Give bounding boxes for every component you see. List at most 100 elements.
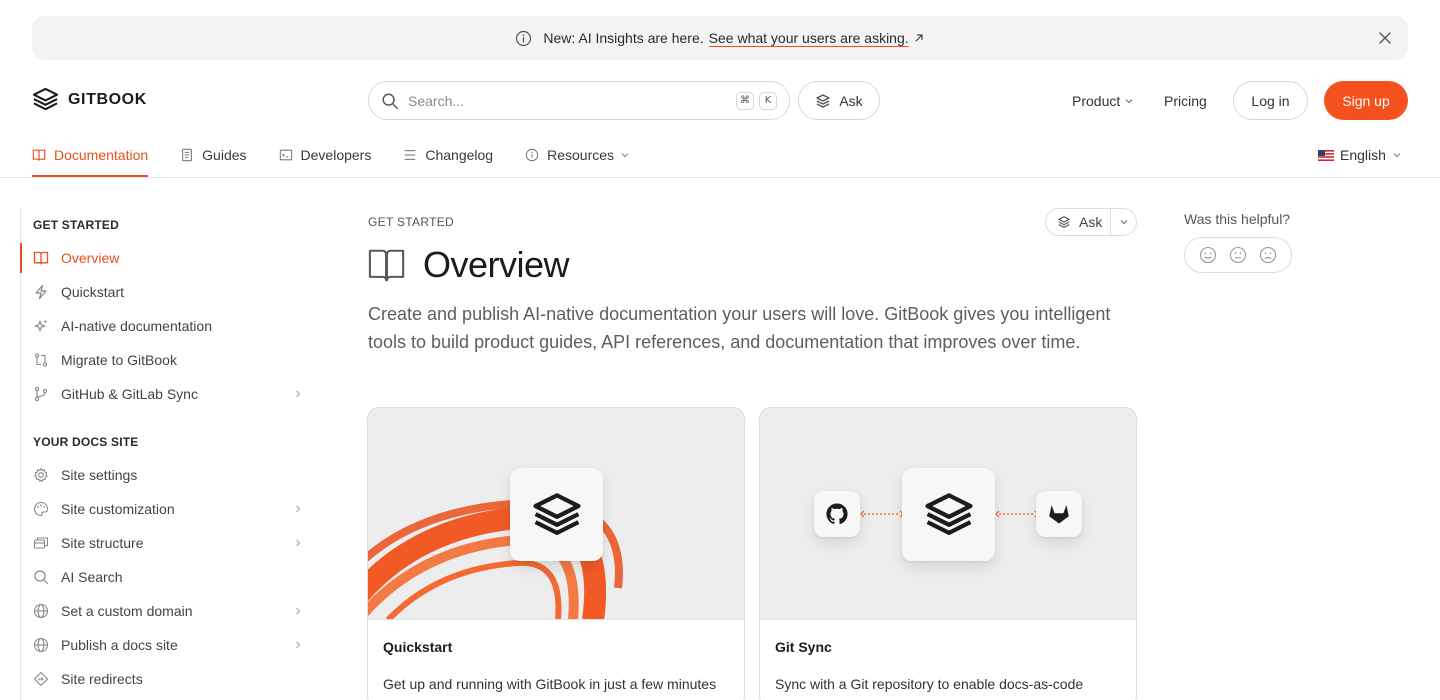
migrate-icon <box>34 353 48 367</box>
sidebar-item-custom-domain[interactable]: Set a custom domain <box>21 596 313 626</box>
sparkle-icon <box>34 319 48 332</box>
palette-icon <box>33 501 49 517</box>
brand-name: GITBOOK <box>68 90 147 108</box>
sidebar-item-label: Quickstart <box>61 284 125 300</box>
sidebar-item-site-structure[interactable]: Site structure <box>21 528 313 558</box>
tab-label: Guides <box>202 147 247 163</box>
chevron-right-icon <box>296 505 301 513</box>
sync-arrow-right <box>995 510 1039 518</box>
smile-face-icon[interactable] <box>1199 246 1217 264</box>
brand-logo[interactable]: GITBOOK <box>32 86 147 113</box>
document-icon <box>182 148 193 162</box>
globe-icon <box>33 637 49 653</box>
globe-icon <box>33 603 49 619</box>
github-tile <box>814 491 860 537</box>
tab-guides[interactable]: Guides <box>180 134 247 176</box>
page-ask-label: Ask <box>1079 214 1103 230</box>
sidebar-item-label: AI-native documentation <box>61 318 212 334</box>
chevron-down-icon <box>621 153 629 158</box>
ai-layers-icon <box>1058 216 1070 228</box>
search-placeholder: Search... <box>408 92 465 109</box>
gitbook-tile <box>902 468 995 561</box>
breadcrumb[interactable]: GET STARTED <box>368 215 454 229</box>
sidebar-item-quickstart[interactable]: Quickstart <box>21 277 313 307</box>
signup-button[interactable]: Sign up <box>1324 81 1408 120</box>
gitbook-tile <box>510 468 603 561</box>
pricing-label: Pricing <box>1164 92 1207 109</box>
sidebar-item-ai-native-documentation[interactable]: AI-native documentation <box>21 311 313 341</box>
chevron-right-icon <box>296 607 301 615</box>
product-menu[interactable]: Product <box>1072 81 1134 120</box>
banner-text: New: AI Insights are here. <box>543 30 704 46</box>
sidebar-item-label: Set a custom domain <box>61 603 193 619</box>
page-title: Overview <box>368 244 570 286</box>
gitbook-logo-icon <box>32 87 59 111</box>
pricing-link[interactable]: Pricing <box>1164 81 1207 120</box>
sidebar-section-title: GET STARTED <box>33 218 119 232</box>
chevron-down-icon <box>1120 220 1127 225</box>
sidebar-section-title: YOUR DOCS SITE <box>33 435 139 449</box>
card-description: Sync with a Git repository to enable doc… <box>775 676 1084 692</box>
page-lead: Create and publish AI-native documentati… <box>368 304 1111 352</box>
tab-label: Changelog <box>425 147 494 163</box>
chevron-down-icon <box>1125 98 1133 103</box>
shortcut-key-cmd: ⌘ <box>736 91 754 110</box>
layers-icon <box>33 537 49 549</box>
sidebar-item-git-sync[interactable]: GitHub & GitLab Sync <box>21 379 313 409</box>
gitbook-logo-icon <box>924 492 973 535</box>
sidebar-item-site-redirects[interactable]: Site redirects <box>21 664 313 694</box>
book-icon <box>33 251 49 265</box>
sidebar-item-label: AI Search <box>61 569 123 585</box>
page-ask-button[interactable]: Ask <box>1045 208 1137 236</box>
banner-link[interactable]: See what your users are asking. <box>708 30 909 47</box>
close-icon[interactable] <box>1378 31 1392 45</box>
neutral-face-icon[interactable] <box>1229 246 1247 264</box>
sidebar-item-label: Publish a docs site <box>61 637 178 653</box>
card-git-sync[interactable]: Git Sync Sync with a Git repository to e… <box>759 407 1137 700</box>
sidebar-item-site-settings[interactable]: Site settings <box>21 460 313 490</box>
info-icon <box>516 30 532 46</box>
search-icon <box>382 93 398 109</box>
tab-documentation[interactable]: Documentation <box>32 134 149 177</box>
sidebar-item-label: Site structure <box>61 535 144 551</box>
sidebar-item-publish[interactable]: Publish a docs site <box>21 630 313 660</box>
sidebar-item-site-customization[interactable]: Site customization <box>21 494 313 524</box>
ai-layers-icon <box>816 93 830 108</box>
card-illustration <box>760 408 1136 620</box>
gitbook-logo-icon <box>532 492 581 535</box>
chevron-right-icon <box>296 390 301 398</box>
sidebar-item-label: Site redirects <box>61 671 143 687</box>
tab-resources[interactable]: Resources <box>525 134 630 176</box>
bolt-icon <box>35 284 47 300</box>
sidebar-item-migrate[interactable]: Migrate to GitBook <box>21 345 313 375</box>
book-icon <box>368 249 405 282</box>
sidebar-item-label: Overview <box>61 250 120 266</box>
us-flag-icon <box>1318 149 1334 161</box>
card-description: Get up and running with GitBook in just … <box>383 676 717 692</box>
gitlab-tile <box>1036 491 1082 537</box>
shortcut-key-k: K <box>759 91 777 110</box>
ask-ai-button[interactable]: Ask <box>798 81 880 120</box>
tab-developers[interactable]: Developers <box>279 134 371 176</box>
chevron-right-icon <box>296 539 301 547</box>
book-icon <box>32 149 46 161</box>
chevron-down-icon <box>1393 153 1401 158</box>
redirect-icon <box>33 671 49 687</box>
branch-icon <box>34 386 48 402</box>
tab-changelog[interactable]: Changelog <box>403 134 493 176</box>
language-label: English <box>1340 147 1386 163</box>
login-button[interactable]: Log in <box>1233 81 1308 120</box>
sidebar-item-overview[interactable]: Overview <box>20 243 312 273</box>
language-selector[interactable]: English <box>1318 134 1402 176</box>
sidebar-item-ai-search[interactable]: AI Search <box>21 562 313 592</box>
page-ask-dropdown[interactable] <box>1111 217 1136 227</box>
sidebar-item-label: Site customization <box>61 501 175 517</box>
sad-face-icon[interactable] <box>1259 246 1277 264</box>
card-quickstart[interactable]: Quickstart Get up and running with GitBo… <box>367 407 745 700</box>
sidebar-item-label: Migrate to GitBook <box>61 352 177 368</box>
sidebar-nav: GET STARTED Overview Quickstart AI-nativ… <box>20 208 312 700</box>
page-ask-main[interactable]: Ask <box>1046 209 1111 235</box>
announcement-banner: New: AI Insights are here. See what your… <box>32 16 1408 60</box>
search-input[interactable]: Search... ⌘ K <box>368 81 790 120</box>
card-illustration <box>368 408 744 620</box>
